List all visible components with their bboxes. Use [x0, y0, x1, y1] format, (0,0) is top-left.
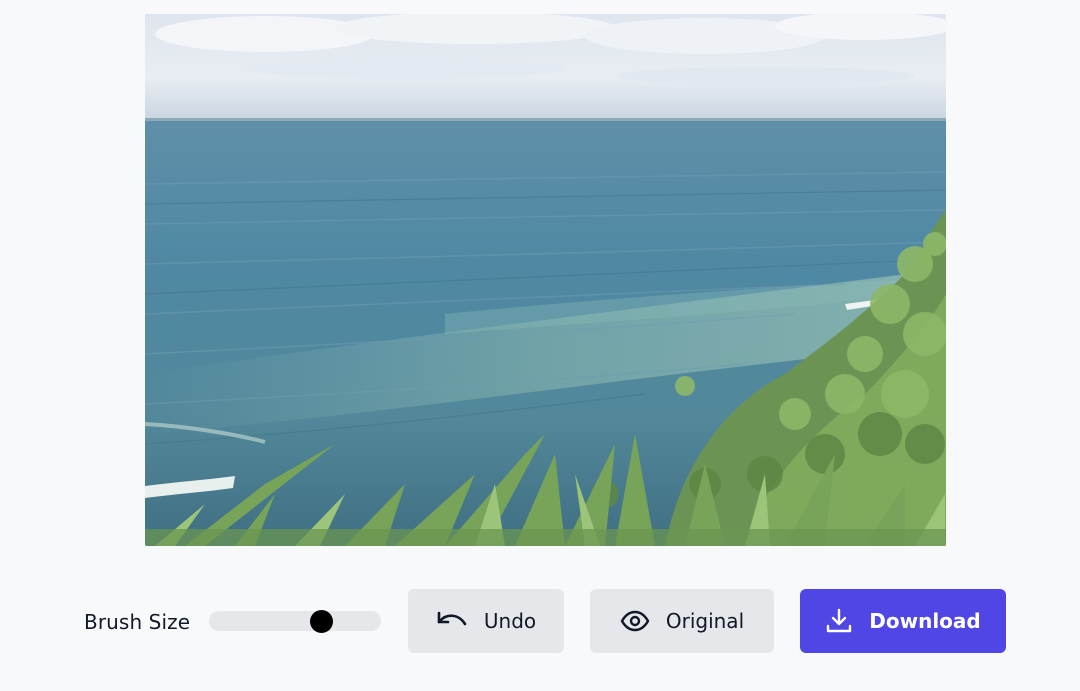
- original-button[interactable]: Original: [590, 589, 774, 653]
- undo-button[interactable]: Undo: [408, 589, 564, 653]
- download-button[interactable]: Download: [800, 589, 1006, 653]
- editor-toolbar: Brush Size Undo Original Download: [0, 589, 1080, 653]
- ocean-photo: [145, 14, 946, 546]
- download-icon: [825, 607, 853, 635]
- original-label: Original: [665, 609, 745, 633]
- download-label: Download: [869, 609, 981, 633]
- eye-icon: [620, 610, 650, 632]
- undo-label: Undo: [483, 609, 537, 633]
- brush-size-label: Brush Size: [84, 610, 191, 634]
- image-canvas[interactable]: [145, 14, 946, 546]
- slider-thumb[interactable]: [309, 610, 333, 633]
- undo-arrow-icon: [436, 609, 468, 633]
- brush-size-slider[interactable]: [209, 610, 381, 633]
